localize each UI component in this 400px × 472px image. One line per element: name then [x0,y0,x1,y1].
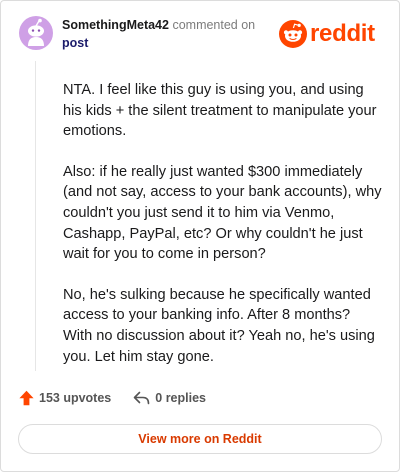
comment-paragraph: Also: if he really just wanted $300 imme… [63,163,382,263]
replies-stat[interactable]: 0 replies [133,391,206,405]
comment-paragraph: NTA. I feel like this guy is using you, … [63,82,377,140]
comment-body: NTA. I feel like this guy is using you, … [63,80,383,387]
comment-stats: 153 upvotes 0 replies [19,390,206,406]
post-link[interactable]: post [62,36,88,50]
upvotes-count: 153 upvotes [39,391,112,405]
author-name[interactable]: SomethingMeta42 [62,18,169,32]
reddit-wordmark: reddit [310,20,375,47]
comment-card: SomethingMeta42 commented on post reddit… [0,0,400,472]
reddit-logo[interactable]: reddit [279,19,375,49]
avatar-icon[interactable] [19,16,53,50]
view-more-button[interactable]: View more on Reddit [18,424,382,454]
thread-line [35,61,36,371]
comment-action-text: commented on [172,18,256,32]
reply-arrow-icon [133,391,150,405]
comment-header: SomethingMeta42 commented on [62,18,255,32]
upvotes-stat[interactable]: 153 upvotes [19,390,111,406]
replies-count: 0 replies [155,391,206,405]
reddit-snoo-icon [279,20,307,48]
upvote-arrow-icon [19,390,34,406]
comment-paragraph: No, he's sulking because he specifically… [63,286,375,365]
